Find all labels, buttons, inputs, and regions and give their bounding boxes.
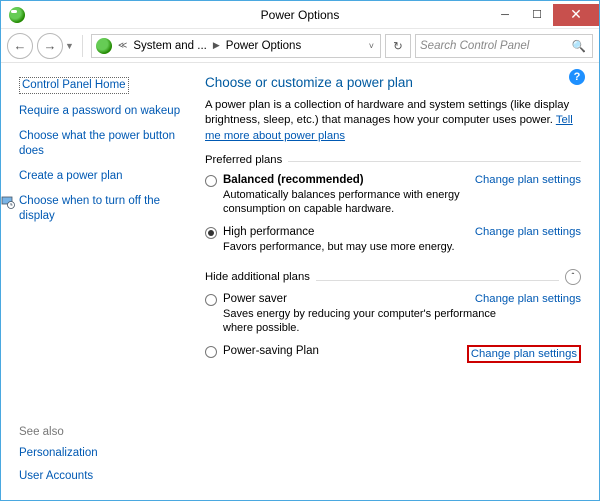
see-also-header: See also	[19, 426, 98, 438]
chevron-down-icon[interactable]: ˅	[369, 41, 374, 51]
sidebar-link-display-off[interactable]: Choose when to turn off the display	[19, 194, 181, 224]
sidebar-link-create-plan[interactable]: Create a power plan	[19, 169, 181, 184]
page-heading: Choose or customize a power plan	[205, 75, 581, 90]
power-options-icon	[9, 7, 25, 23]
address-icon	[96, 38, 112, 54]
refresh-button[interactable]: ↻	[385, 34, 411, 58]
breadcrumb-seg[interactable]: System and ...	[133, 40, 207, 52]
plan-power-saver: Power saver Change plan settings Saves e…	[205, 293, 581, 336]
radio-power-saving-plan[interactable]	[205, 346, 217, 358]
address-bar[interactable]: ≪ System and ... ▶ Power Options ˅	[91, 34, 381, 58]
sidebar-link-password[interactable]: Require a password on wakeup	[19, 104, 181, 119]
radio-balanced[interactable]	[205, 175, 217, 187]
see-also-personalization[interactable]: Personalization	[19, 446, 98, 461]
breadcrumb-seg[interactable]: Power Options	[226, 40, 301, 52]
preferred-plans-header: Preferred plans	[205, 154, 581, 166]
titlebar: Power Options ─ ☐ ✕	[1, 1, 599, 29]
chevron-right-icon: ▶	[213, 40, 220, 51]
change-plan-settings-link[interactable]: Change plan settings	[471, 348, 577, 360]
search-icon: 🔍	[572, 39, 586, 53]
monitor-clock-icon	[1, 195, 15, 209]
toolbar: ← → ▼ ≪ System and ... ▶ Power Options ˅…	[1, 29, 599, 63]
window-controls: ─ ☐ ✕	[489, 4, 599, 26]
help-icon[interactable]: ?	[569, 69, 585, 85]
maximize-button[interactable]: ☐	[521, 4, 553, 26]
forward-button[interactable]: →	[37, 33, 63, 59]
history-dropdown-icon[interactable]: ▼	[65, 41, 74, 51]
plan-desc: Automatically balances performance with …	[223, 188, 581, 217]
plan-balanced: Balanced (recommended) Change plan setti…	[205, 174, 581, 217]
plan-desc: Saves energy by reducing your computer's…	[223, 307, 581, 336]
change-plan-settings-link[interactable]: Change plan settings	[475, 226, 581, 238]
plan-power-saving-plan: Power-saving Plan Change plan settings	[205, 345, 581, 363]
sidebar: Control Panel Home Require a password on…	[1, 63, 191, 502]
sidebar-link-power-button[interactable]: Choose what the power button does	[19, 129, 181, 159]
change-plan-settings-link[interactable]: Change plan settings	[475, 174, 581, 186]
plan-name[interactable]: Power saver	[223, 293, 287, 305]
breadcrumb-sep-icon: ≪	[118, 40, 127, 51]
radio-power-saver[interactable]	[205, 294, 217, 306]
hide-plans-header[interactable]: Hide additional plans ˆ	[205, 269, 581, 285]
collapse-button[interactable]: ˆ	[565, 269, 581, 285]
see-also-user-accounts[interactable]: User Accounts	[19, 469, 98, 484]
window-title: Power Options	[261, 8, 340, 22]
search-input[interactable]: Search Control Panel 🔍	[415, 34, 593, 58]
main-content: ? Choose or customize a power plan A pow…	[191, 63, 599, 502]
plan-name[interactable]: Balanced (recommended)	[223, 174, 364, 186]
plan-desc: Favors performance, but may use more ene…	[223, 240, 581, 254]
description: A power plan is a collection of hardware…	[205, 98, 581, 144]
highlight-box: Change plan settings	[467, 345, 581, 363]
minimize-button[interactable]: ─	[489, 4, 521, 26]
back-button[interactable]: ←	[7, 33, 33, 59]
plan-high-performance: High performance Change plan settings Fa…	[205, 226, 581, 254]
plan-name[interactable]: Power-saving Plan	[223, 345, 319, 357]
control-panel-home-link[interactable]: Control Panel Home	[19, 77, 129, 94]
close-button[interactable]: ✕	[553, 4, 599, 26]
change-plan-settings-link[interactable]: Change plan settings	[475, 293, 581, 305]
separator	[82, 35, 83, 57]
radio-high-performance[interactable]	[205, 227, 217, 239]
search-placeholder: Search Control Panel	[420, 40, 529, 52]
see-also: See also Personalization User Accounts	[19, 426, 98, 492]
plan-name[interactable]: High performance	[223, 226, 314, 238]
